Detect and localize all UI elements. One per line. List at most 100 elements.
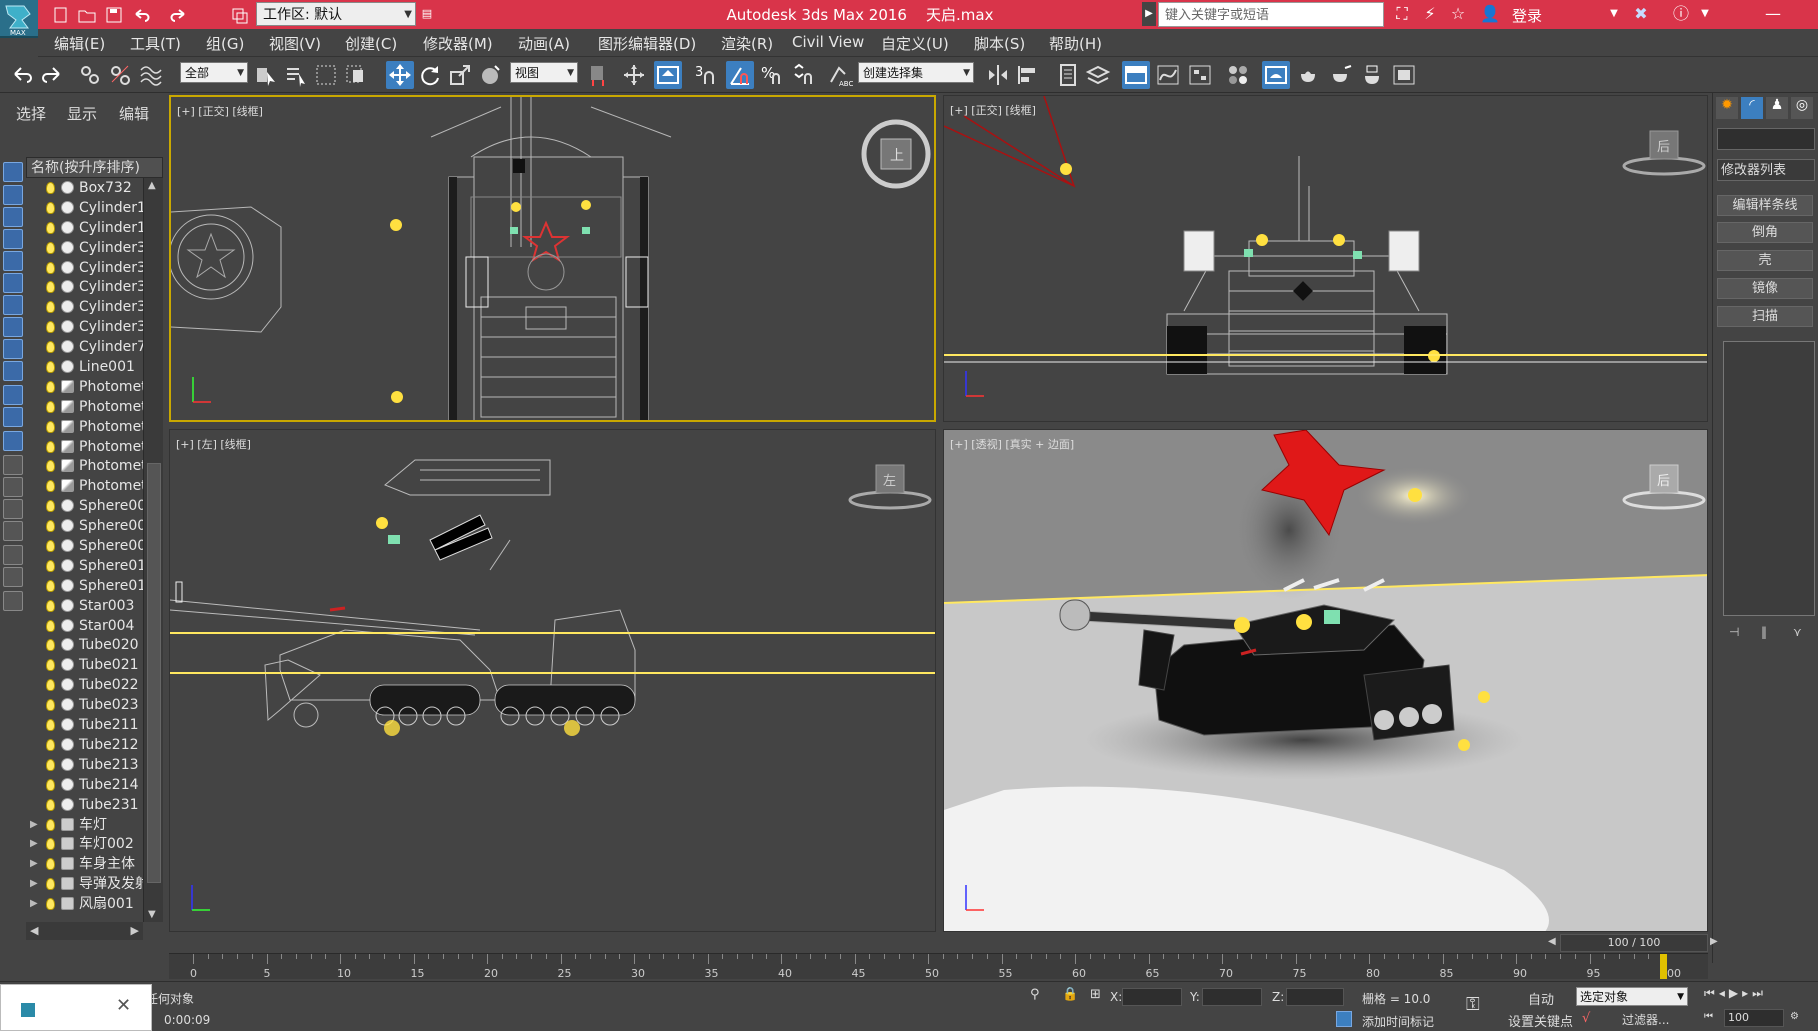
- layer-explorer-button[interactable]: [1084, 61, 1112, 89]
- scene-list-item[interactable]: ▶ 车灯: [26, 815, 143, 835]
- current-frame-field[interactable]: 100: [1724, 1009, 1784, 1027]
- maxscript-mini-listener[interactable]: ✕: [0, 984, 152, 1031]
- save-file-button[interactable]: [101, 3, 125, 25]
- viewcube-left[interactable]: 左: [846, 450, 934, 520]
- time-slider-next-icon[interactable]: ▶: [1710, 936, 1718, 947]
- curve-editor-button[interactable]: [1154, 61, 1182, 89]
- selection-lock-button[interactable]: ⚲: [1030, 987, 1046, 1005]
- expand-arrow-icon[interactable]: ▶: [30, 815, 38, 835]
- lightbulb-icon[interactable]: [46, 500, 55, 513]
- viewport-left[interactable]: [+] [左] [线框] 左: [169, 429, 936, 932]
- scene-list-item[interactable]: Line001: [26, 357, 143, 377]
- pivot-point-button[interactable]: [584, 61, 612, 89]
- expand-arrow-icon[interactable]: ▶: [30, 854, 38, 874]
- schematic-view-button[interactable]: [1186, 61, 1214, 89]
- bevel-button[interactable]: 倒角: [1717, 222, 1813, 243]
- menu-tools[interactable]: 工具(T): [130, 33, 181, 54]
- time-config-icon[interactable]: ⚙: [1790, 1011, 1799, 1022]
- scene-list-item[interactable]: Cylinder16: [26, 218, 143, 238]
- scene-list-item[interactable]: Photometric: [26, 417, 143, 437]
- create-panel-tab[interactable]: ✹: [1716, 97, 1738, 119]
- rendered-frame-window-button[interactable]: [1294, 61, 1322, 89]
- scene-list-scrollbar[interactable]: ▲ ▼: [143, 178, 163, 922]
- expand-arrow-icon[interactable]: ▶: [30, 834, 38, 854]
- scroll-left-icon[interactable]: ◀: [30, 924, 38, 937]
- lightbulb-icon[interactable]: [46, 261, 55, 274]
- scene-list-item[interactable]: Tube214: [26, 775, 143, 795]
- scene-list-item[interactable]: Cylinder35: [26, 317, 143, 337]
- display-groups-icon[interactable]: [3, 317, 23, 337]
- modifier-list-dropdown[interactable]: 修改器列表: [1717, 159, 1815, 181]
- lightbulb-icon[interactable]: [46, 639, 55, 652]
- scene-list-item[interactable]: Cylinder34: [26, 277, 143, 297]
- undo-tool-button[interactable]: [8, 61, 36, 89]
- new-file-button[interactable]: [48, 3, 72, 25]
- menu-civil-view[interactable]: Civil View: [792, 33, 864, 51]
- edit-named-selection-button[interactable]: ABC: [826, 61, 854, 89]
- modify-panel-tab[interactable]: ◜: [1741, 97, 1763, 119]
- link-button[interactable]: [76, 61, 104, 89]
- display-cameras-icon[interactable]: [3, 251, 23, 271]
- motion-panel-tab[interactable]: ◎: [1791, 97, 1813, 119]
- viewport-perspective[interactable]: [+] [透视] [真实 + 边面] 后: [943, 429, 1708, 932]
- mirror-modifier-button[interactable]: 镜像: [1717, 278, 1813, 299]
- scene-list-item[interactable]: Tube023: [26, 695, 143, 715]
- select-rotate-button[interactable]: [416, 61, 444, 89]
- viewcube-back[interactable]: 后: [1620, 116, 1708, 186]
- lightbulb-icon[interactable]: [46, 579, 55, 592]
- project-folder-button[interactable]: [227, 3, 251, 25]
- lightbulb-icon[interactable]: [46, 440, 55, 453]
- display-hidden-icon[interactable]: [3, 431, 23, 451]
- material-editor-button[interactable]: [1224, 61, 1252, 89]
- lightbulb-icon[interactable]: [46, 281, 55, 294]
- scene-list-item[interactable]: Cylinder34: [26, 297, 143, 317]
- lightbulb-icon[interactable]: [46, 400, 55, 413]
- scene-list-item[interactable]: Tube021: [26, 655, 143, 675]
- hierarchy-panel-tab[interactable]: ♟: [1766, 97, 1788, 119]
- rectangular-region-button[interactable]: [312, 61, 340, 89]
- spinner-snap-button[interactable]: [790, 61, 818, 89]
- isolate-button[interactable]: 🔒: [1062, 987, 1078, 1005]
- find-icon[interactable]: [3, 567, 23, 587]
- workspace-menu-button[interactable]: ▤: [418, 2, 436, 26]
- viewport-perspective-label[interactable]: [+] [透视] [真实 + 边面]: [950, 436, 1074, 452]
- lightbulb-icon[interactable]: [46, 758, 55, 771]
- select-move-button[interactable]: [386, 61, 414, 89]
- lightbulb-icon[interactable]: [46, 778, 55, 791]
- lightbulb-icon[interactable]: [46, 798, 55, 811]
- scene-list-item[interactable]: Sphere002: [26, 516, 143, 536]
- current-frame-marker[interactable]: [1660, 954, 1667, 979]
- lightbulb-icon[interactable]: [46, 301, 55, 314]
- toggle-ribbon-button[interactable]: [1122, 61, 1150, 89]
- lightbulb-icon[interactable]: [46, 858, 55, 871]
- scene-list-item[interactable]: Photometric: [26, 456, 143, 476]
- scene-list-item[interactable]: Tube020: [26, 635, 143, 655]
- scene-list-item[interactable]: Cylinder70: [26, 337, 143, 357]
- lightbulb-icon[interactable]: [46, 878, 55, 891]
- absolute-mode-button[interactable]: ⊞: [1090, 987, 1106, 1005]
- unlink-button[interactable]: [106, 61, 134, 89]
- menu-rendering[interactable]: 渲染(R): [721, 33, 773, 54]
- keyboard-shortcut-override-button[interactable]: [654, 61, 682, 89]
- set-key-button[interactable]: 设置关键点: [1508, 1011, 1573, 1030]
- menu-scripting[interactable]: 脚本(S): [974, 33, 1025, 54]
- set-key-mode-button[interactable]: ⚿: [1466, 994, 1496, 1016]
- filter-icon[interactable]: [3, 545, 23, 565]
- time-slider[interactable]: 100 / 100: [1560, 934, 1708, 952]
- display-geometry-icon[interactable]: [3, 185, 23, 205]
- undo-button[interactable]: [128, 3, 152, 25]
- scene-list-item[interactable]: Star003: [26, 596, 143, 616]
- key-filter-dropdown[interactable]: 选定对象 ▼: [1576, 987, 1688, 1006]
- keyword-search-input[interactable]: 键入关键字或短语: [1158, 2, 1384, 27]
- y-coordinate-field[interactable]: [1202, 988, 1262, 1006]
- make-unique-icon[interactable]: ⋎: [1793, 625, 1802, 639]
- show-end-result-icon[interactable]: ‖: [1761, 625, 1767, 639]
- lightbulb-icon[interactable]: [46, 341, 55, 354]
- scene-list-item[interactable]: Tube212: [26, 735, 143, 755]
- subscription-button[interactable]: ⚡: [1418, 2, 1442, 26]
- lightbulb-icon[interactable]: [46, 719, 55, 732]
- lightbulb-icon[interactable]: [46, 480, 55, 493]
- auto-key-button[interactable]: 自动: [1528, 989, 1554, 1008]
- scene-list-item[interactable]: ▶ 导弹及发射: [26, 874, 143, 894]
- add-time-tag-button[interactable]: 添加时间标记: [1358, 1013, 1434, 1030]
